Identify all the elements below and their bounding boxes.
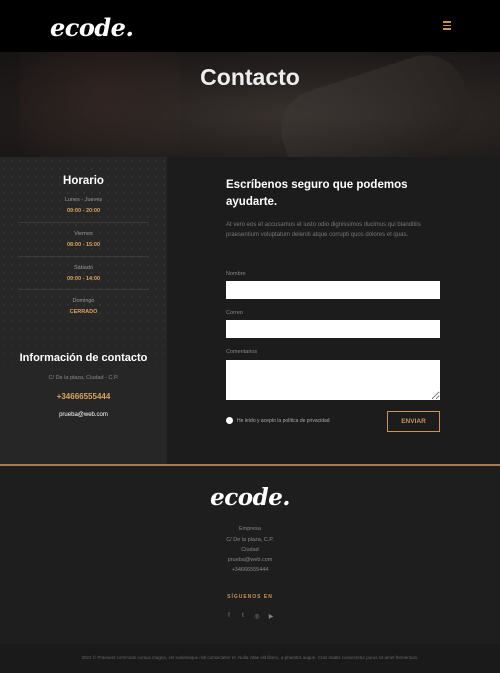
schedule-row: Lunes - Jueves 09:00 - 20:00 bbox=[0, 197, 167, 214]
schedule-hours: 09:00 - 20:00 bbox=[66, 208, 101, 214]
contact-email-link[interactable]: prueba@web.com bbox=[0, 412, 167, 418]
name-field[interactable] bbox=[226, 281, 440, 299]
footer-company: Empresa bbox=[238, 526, 261, 532]
schedule-row: Sábado 09:00 - 14:00 bbox=[0, 265, 167, 282]
schedule-hours: CERRADO bbox=[69, 309, 98, 315]
instagram-icon[interactable]: ◎ bbox=[254, 613, 260, 620]
schedule-day: Domingo bbox=[72, 298, 95, 304]
form-description: At vero eos et accusamus et iusto odio d… bbox=[226, 222, 421, 238]
footer-phone[interactable]: +34666555444 bbox=[0, 567, 500, 573]
footer-city: Ciudad bbox=[241, 547, 259, 553]
schedule-row: Viernes 08:00 - 15:00 bbox=[0, 231, 167, 248]
twitter-icon[interactable]: t bbox=[240, 613, 246, 620]
contact-info-title: Información de contacto bbox=[19, 352, 148, 364]
email-field[interactable] bbox=[226, 320, 440, 338]
copyright-text: 2021 © Praesent commodo cursus magna, ve… bbox=[81, 655, 419, 660]
comments-label: Comentarios bbox=[226, 349, 258, 355]
privacy-label: He leído y acepto la política de privaci… bbox=[237, 417, 330, 424]
footer-logo[interactable]: ecode. bbox=[0, 484, 500, 511]
contact-phone-link[interactable]: +34666555444 bbox=[0, 392, 167, 401]
footer-logo-dot: . bbox=[282, 484, 290, 511]
footer-logo-text: ecode bbox=[210, 484, 283, 511]
name-label: Nombre bbox=[226, 271, 246, 277]
divider bbox=[18, 222, 149, 223]
divider bbox=[18, 256, 149, 257]
privacy-consent: He leído y acepto la política de privaci… bbox=[226, 417, 330, 424]
contact-address: C/ De la plaza, Ciudad - C.P. bbox=[48, 375, 119, 381]
top-navbar: ecode. bbox=[0, 0, 500, 52]
schedule-title: Horario bbox=[63, 175, 104, 187]
schedule-panel: Horario Lunes - Jueves 09:00 - 20:00 Vie… bbox=[0, 157, 167, 465]
schedule-day: Viernes bbox=[74, 231, 93, 237]
privacy-radio[interactable] bbox=[226, 417, 233, 424]
logo-dot: . bbox=[125, 13, 134, 42]
comments-field[interactable] bbox=[226, 360, 440, 400]
facebook-icon[interactable]: f bbox=[226, 613, 232, 620]
social-links: f t ◎ ▶ bbox=[0, 613, 500, 620]
page-title: Contacto bbox=[200, 64, 300, 90]
schedule-day: Lunes - Jueves bbox=[64, 197, 103, 203]
brand-logo[interactable]: ecode. bbox=[50, 13, 134, 42]
contact-form-panel: Escríbenos seguro que podemos ayudarte. … bbox=[167, 157, 500, 465]
youtube-icon[interactable]: ▶ bbox=[268, 613, 274, 620]
send-button[interactable]: ENVIAR bbox=[387, 411, 440, 432]
schedule-hours: 08:00 - 15:00 bbox=[66, 242, 101, 248]
form-title: Escríbenos seguro que podemos ayudarte. bbox=[226, 179, 408, 208]
copyright-bar: 2021 © Praesent commodo cursus magna, ve… bbox=[0, 644, 500, 673]
footer: ecode. Empresa C/ De la plaza, C.P. Ciud… bbox=[0, 466, 500, 644]
schedule-hours: 09:00 - 14:00 bbox=[66, 276, 101, 282]
footer-address: C/ De la plaza, C.P. bbox=[226, 537, 274, 543]
hamburger-menu-icon[interactable] bbox=[443, 21, 451, 30]
schedule-row: Domingo CERRADO bbox=[0, 298, 167, 315]
divider bbox=[18, 289, 149, 290]
schedule-day: Sábado bbox=[74, 265, 93, 271]
email-label: Correo bbox=[226, 310, 243, 316]
footer-email[interactable]: prueba@web.com bbox=[0, 557, 500, 563]
hero-banner: Contacto bbox=[0, 52, 500, 157]
logo-text: ecode bbox=[50, 13, 126, 42]
follow-us-label: SÍGUENOS EN bbox=[227, 594, 273, 600]
